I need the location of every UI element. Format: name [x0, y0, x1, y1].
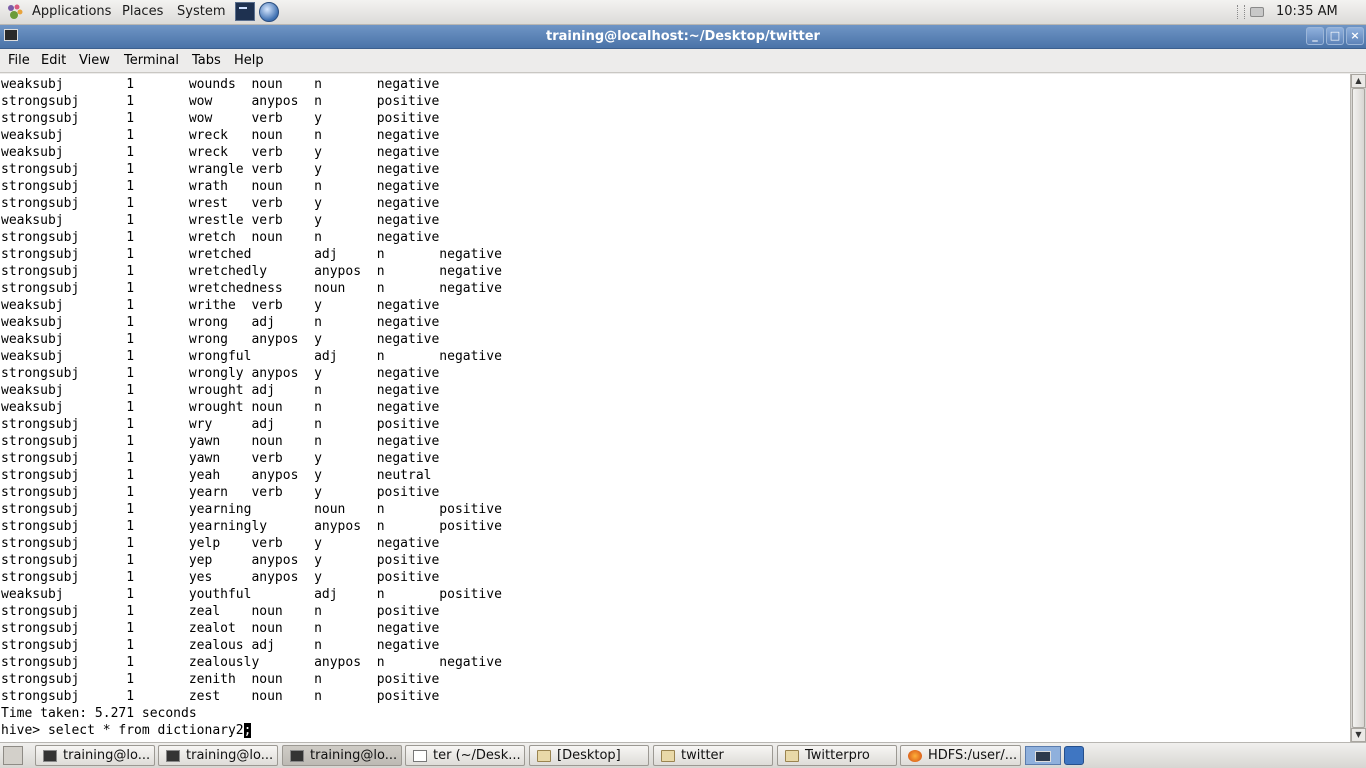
terminal-line: strongsubj 1 wrest verb y negative [1, 196, 440, 211]
minimize-button[interactable]: _ [1306, 27, 1324, 45]
terminal-line: strongsubj 1 zealous adj n negative [1, 638, 440, 653]
scroll-up-arrow-icon[interactable]: ▲ [1351, 74, 1366, 88]
terminal-icon [290, 750, 304, 762]
terminal-line: strongsubj 1 wretchedly anypos n negativ… [1, 264, 502, 279]
menu-tabs[interactable]: Tabs [192, 53, 221, 68]
menu-terminal[interactable]: Terminal [124, 53, 179, 68]
bottom-panel: training@lo... training@lo... training@l… [0, 742, 1366, 768]
firefox-icon [908, 750, 922, 762]
terminal-line: strongsubj 1 zealot noun n negative [1, 621, 440, 636]
taskbar-item-label: twitter [681, 748, 724, 763]
taskbar-item-firefox-hdfs[interactable]: HDFS:/user/... [900, 745, 1021, 766]
top-panel: Applications Places System 10:35 AM [0, 0, 1366, 25]
terminal-line: weaksubj 1 wreck noun n negative [1, 128, 440, 143]
folder-icon [661, 750, 675, 762]
scrollbar-thumb[interactable] [1352, 88, 1365, 728]
terminal-line: weaksubj 1 wrought noun n negative [1, 400, 440, 415]
close-button[interactable]: × [1346, 27, 1364, 45]
trash-icon[interactable] [1064, 746, 1084, 765]
folder-icon [785, 750, 799, 762]
menu-applications[interactable]: Applications [32, 4, 111, 19]
folder-icon [537, 750, 551, 762]
terminal-line: strongsubj 1 yeah anypos y neutral [1, 468, 432, 483]
tray-handle-icon [1237, 5, 1245, 19]
clock[interactable]: 10:35 AM [1276, 4, 1338, 19]
terminal-line: strongsubj 1 wow verb y positive [1, 111, 440, 126]
terminal-line: strongsubj 1 yearn verb y positive [1, 485, 440, 500]
taskbar-item-desktop-folder[interactable]: [Desktop] [529, 745, 649, 766]
terminal-icon [166, 750, 180, 762]
terminal-line: strongsubj 1 wrath noun n negative [1, 179, 440, 194]
taskbar-item-terminal-3[interactable]: training@lo... [282, 745, 402, 766]
taskbar-item-terminal-2[interactable]: training@lo... [158, 745, 278, 766]
menu-help[interactable]: Help [234, 53, 264, 68]
terminal-line: strongsubj 1 wrongly anypos y negative [1, 366, 440, 381]
terminal-line: strongsubj 1 yawn noun n negative [1, 434, 440, 449]
terminal-line: weaksubj 1 wrong adj n negative [1, 315, 440, 330]
taskbar-item-label: training@lo... [310, 748, 398, 763]
scroll-down-arrow-icon[interactable]: ▼ [1351, 728, 1366, 742]
terminal-output: weaksubj 1 wounds noun n negative strong… [1, 76, 502, 739]
menu-view[interactable]: View [79, 53, 110, 68]
terminal-line: strongsubj 1 wrangle verb y negative [1, 162, 440, 177]
shell-prompt: hive> [1, 723, 48, 738]
terminal-line: weaksubj 1 wrought adj n negative [1, 383, 440, 398]
taskbar-item-label: HDFS:/user/... [928, 748, 1018, 763]
terminal-scrollbar[interactable]: ▲ ▼ [1350, 74, 1366, 742]
taskbar-item-terminal-1[interactable]: training@lo... [35, 745, 155, 766]
taskbar-item-twitterpro-folder[interactable]: Twitterpro [777, 745, 897, 766]
taskbar-item-label: [Desktop] [557, 748, 621, 763]
maximize-button[interactable]: □ [1326, 27, 1344, 45]
terminal-line: strongsubj 1 yearning noun n positive [1, 502, 502, 517]
command-input[interactable]: select * from dictionary2 [48, 723, 244, 738]
web-browser-launcher-icon[interactable] [259, 2, 279, 22]
terminal-line: strongsubj 1 zest noun n positive [1, 689, 440, 704]
taskbar-item-twitter-folder[interactable]: twitter [653, 745, 773, 766]
menu-edit[interactable]: Edit [41, 53, 66, 68]
terminal-launcher-icon[interactable] [235, 2, 255, 21]
terminal-line: strongsubj 1 wow anypos n positive [1, 94, 440, 109]
terminal-line: strongsubj 1 yawn verb y negative [1, 451, 440, 466]
drive-icon[interactable] [1250, 7, 1264, 17]
taskbar-item-label: Twitterpro [805, 748, 870, 763]
taskbar-item-label: ter (~/Desk... [433, 748, 521, 763]
terminal-line: weaksubj 1 wrong anypos y negative [1, 332, 440, 347]
terminal-line: weaksubj 1 wrestle verb y negative [1, 213, 440, 228]
taskbar-item-editor[interactable]: ter (~/Desk... [405, 745, 525, 766]
taskbar-item-label: training@lo... [186, 748, 274, 763]
text-editor-icon [413, 750, 427, 762]
terminal-line: strongsubj 1 yearningly anypos n positiv… [1, 519, 502, 534]
menu-file[interactable]: File [8, 53, 30, 68]
terminal-line: strongsubj 1 wry adj n positive [1, 417, 440, 432]
terminal-line: weaksubj 1 writhe verb y negative [1, 298, 440, 313]
taskbar-item-label: training@lo... [63, 748, 151, 763]
terminal-line: Time taken: 5.271 seconds [1, 706, 197, 721]
text-cursor: ; [243, 723, 252, 738]
menu-system[interactable]: System [177, 4, 225, 19]
gnome-foot-icon[interactable] [6, 3, 24, 21]
terminal-line: weaksubj 1 wreck verb y negative [1, 145, 440, 160]
terminal-icon [43, 750, 57, 762]
terminal-line: strongsubj 1 zealously anypos n negative [1, 655, 502, 670]
window-title: training@localhost:~/Desktop/twitter [546, 29, 820, 44]
terminal-line: weaksubj 1 wrongful adj n negative [1, 349, 502, 364]
terminal-line: strongsubj 1 wretchedness noun n negativ… [1, 281, 502, 296]
terminal-line: weaksubj 1 wounds noun n negative [1, 77, 440, 92]
terminal-line: strongsubj 1 wretch noun n negative [1, 230, 440, 245]
menu-places[interactable]: Places [122, 4, 163, 19]
terminal-line: strongsubj 1 zeal noun n positive [1, 604, 440, 619]
menubar: File Edit View Terminal Tabs Help [0, 49, 1366, 73]
terminal-line: strongsubj 1 yelp verb y negative [1, 536, 440, 551]
workspace-switcher-1[interactable] [1025, 746, 1061, 765]
terminal-line: strongsubj 1 yes anypos y positive [1, 570, 440, 585]
terminal-line: strongsubj 1 zenith noun n positive [1, 672, 440, 687]
window-titlebar[interactable]: training@localhost:~/Desktop/twitter _ □… [0, 25, 1366, 49]
terminal-line: weaksubj 1 youthful adj n positive [1, 587, 502, 602]
terminal-line: strongsubj 1 yep anypos y positive [1, 553, 440, 568]
terminal-line: strongsubj 1 wretched adj n negative [1, 247, 502, 262]
show-desktop-icon[interactable] [3, 746, 23, 765]
terminal-area[interactable]: weaksubj 1 wounds noun n negative strong… [0, 74, 1350, 742]
